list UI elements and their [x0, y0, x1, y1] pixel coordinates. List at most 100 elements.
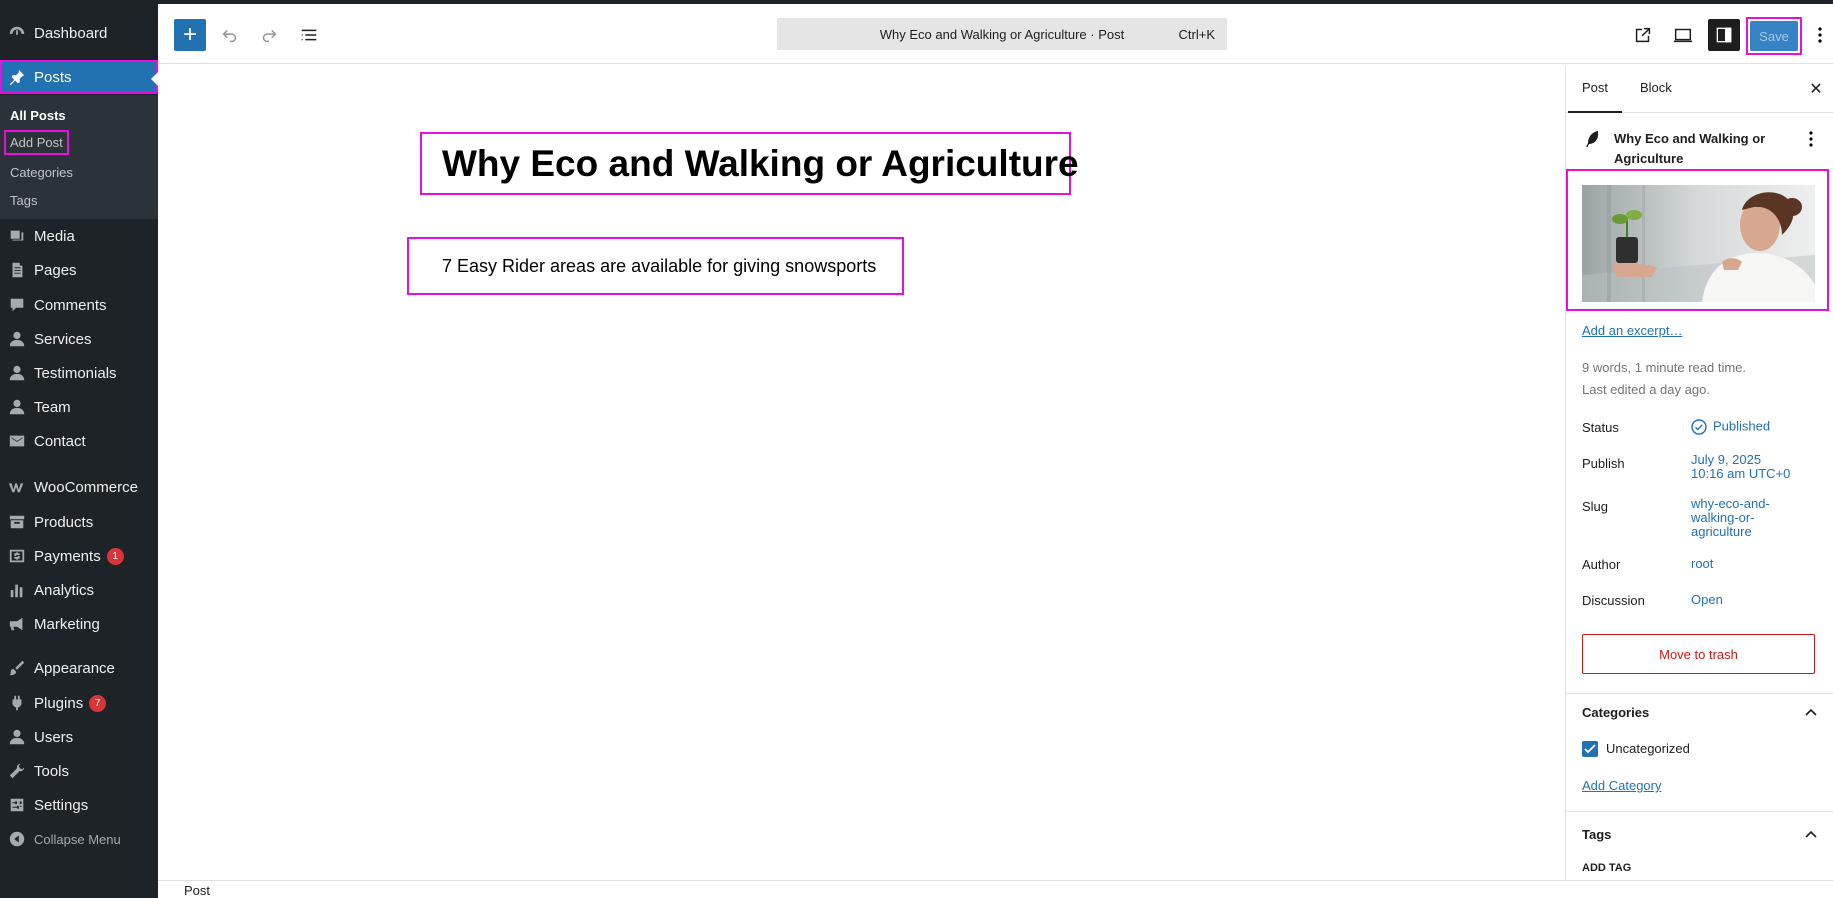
author-value[interactable]: root	[1691, 557, 1713, 571]
tab-post[interactable]: Post	[1567, 80, 1623, 113]
category-label: Uncategorized	[1606, 741, 1690, 756]
undo-button[interactable]	[214, 19, 246, 51]
save-button[interactable]: Save	[1746, 17, 1802, 55]
command-palette-bar[interactable]: Why Eco and Walking or Agriculture · Pos…	[777, 18, 1227, 50]
menu-woocommerce[interactable]: WooCommerce	[0, 470, 158, 504]
author-label: Author	[1582, 557, 1621, 572]
menu-pages[interactable]: Pages	[0, 253, 158, 287]
add-tag-label: ADD TAG	[1582, 862, 1632, 874]
submenu-add-post[interactable]: Add Post	[4, 130, 69, 155]
collapse-icon	[0, 830, 34, 848]
menu-label: Posts	[34, 68, 72, 86]
menu-appearance[interactable]: Appearance	[0, 651, 158, 685]
menu-label: Plugins	[34, 694, 84, 712]
brush-icon	[0, 659, 34, 677]
user-icon	[0, 398, 34, 416]
close-icon[interactable]: ✕	[1806, 79, 1826, 99]
menu-users[interactable]: Users	[0, 720, 158, 754]
menu-label: Media	[34, 227, 75, 245]
chevron-up-icon[interactable]	[1801, 702, 1821, 722]
menu-team[interactable]: Team	[0, 390, 158, 424]
megaphone-icon	[0, 615, 34, 633]
tags-panel-title[interactable]: Tags	[1582, 827, 1611, 842]
trash-label: Move to trash	[1659, 646, 1738, 662]
publish-date-button[interactable]: July 9, 2025 10:16 am UTC+0	[1691, 453, 1790, 481]
menu-posts[interactable]: Posts	[0, 60, 159, 94]
menu-label: Products	[34, 513, 94, 531]
plus-icon: +	[182, 21, 197, 48]
collapse-label: Collapse Menu	[34, 831, 121, 847]
collapse-menu-button[interactable]: Collapse Menu	[0, 822, 158, 856]
menu-label: Pages	[34, 261, 77, 279]
menu-comments[interactable]: Comments	[0, 288, 158, 322]
post-actions-button[interactable]	[1801, 129, 1821, 149]
command-shortcut: Ctrl+K	[1178, 27, 1215, 42]
menu-dashboard[interactable]: Dashboard	[0, 16, 158, 50]
mail-icon	[0, 432, 34, 450]
menu-label: Services	[34, 330, 92, 348]
status-text: Published	[1713, 418, 1771, 434]
post-title[interactable]: Why Eco and Walking or Agriculture	[420, 132, 1079, 195]
chevron-up-icon[interactable]	[1801, 824, 1821, 844]
settings-icon	[0, 796, 34, 814]
featured-image-panel[interactable]	[1566, 169, 1829, 311]
post-feather-icon	[1586, 131, 1598, 147]
slug-label: Slug	[1582, 499, 1609, 514]
desktop-icon	[1673, 28, 1693, 43]
divider	[1566, 811, 1833, 812]
settings-toggle-button[interactable]	[1708, 19, 1740, 51]
category-checkbox[interactable]	[1582, 741, 1598, 757]
menu-services[interactable]: Services	[0, 322, 158, 356]
menu-payments[interactable]: Payments 1	[0, 539, 158, 573]
paragraph-block[interactable]: 7 Easy Rider areas are available for giv…	[407, 237, 904, 295]
archive-icon	[0, 513, 34, 531]
view-post-button[interactable]	[1627, 19, 1659, 51]
slug-line: walking-or-	[1691, 510, 1755, 525]
status-value[interactable]: Published	[1691, 419, 1770, 435]
menu-tools[interactable]: Tools	[0, 754, 158, 788]
menu-testimonials[interactable]: Testimonials	[0, 356, 158, 390]
submenu-categories[interactable]: Categories	[10, 165, 73, 180]
menu-label: Testimonials	[34, 364, 117, 382]
dashboard-icon	[0, 24, 34, 42]
pin-icon	[0, 68, 34, 86]
editor-header: + Why Eco and Walking or Agriculture · P…	[158, 4, 1833, 64]
tab-block[interactable]: Block	[1640, 80, 1672, 95]
block-inserter-button[interactable]: +	[174, 19, 206, 51]
document-overview-button[interactable]	[293, 19, 325, 51]
menu-analytics[interactable]: Analytics	[0, 573, 158, 607]
menu-contact[interactable]: Contact	[0, 424, 158, 458]
more-vertical-icon	[1809, 131, 1813, 147]
options-button[interactable]	[1810, 19, 1830, 51]
preview-button[interactable]	[1667, 19, 1699, 51]
menu-products[interactable]: Products	[0, 505, 158, 539]
discussion-value[interactable]: Open	[1691, 593, 1723, 607]
add-category-link[interactable]: Add Category	[1582, 778, 1662, 793]
external-link-icon	[1635, 27, 1651, 43]
menu-settings[interactable]: Settings	[0, 788, 158, 822]
editor-footer: Post	[158, 880, 1833, 898]
slug-button[interactable]: why-eco-and- walking-or- agriculture	[1691, 497, 1770, 539]
menu-label: Users	[34, 728, 74, 746]
breadcrumb[interactable]: Post	[184, 883, 210, 898]
more-vertical-icon	[1818, 27, 1822, 43]
publish-time: 10:16 am UTC+0	[1691, 466, 1791, 481]
submenu-tags[interactable]: Tags	[10, 193, 37, 208]
plugins-badge: 7	[89, 694, 107, 712]
redo-icon	[262, 29, 277, 43]
featured-image[interactable]	[1582, 185, 1815, 302]
status-label: Status	[1582, 420, 1619, 435]
submenu-all-posts[interactable]: All Posts	[10, 108, 66, 123]
list-view-icon	[301, 29, 317, 41]
add-excerpt-link[interactable]: Add an excerpt…	[1582, 323, 1682, 338]
menu-plugins[interactable]: Plugins 7	[0, 686, 158, 720]
redo-button[interactable]	[253, 19, 285, 51]
move-to-trash-button[interactable]: Move to trash	[1582, 634, 1815, 674]
menu-label: Payments	[34, 547, 101, 565]
menu-marketing[interactable]: Marketing	[0, 607, 158, 641]
user-icon	[0, 364, 34, 382]
post-card-title: Why Eco and Walking or Agriculture	[1614, 131, 1766, 166]
categories-panel-title[interactable]: Categories	[1582, 705, 1649, 720]
menu-label: Marketing	[34, 615, 100, 633]
menu-media[interactable]: Media	[0, 219, 158, 253]
